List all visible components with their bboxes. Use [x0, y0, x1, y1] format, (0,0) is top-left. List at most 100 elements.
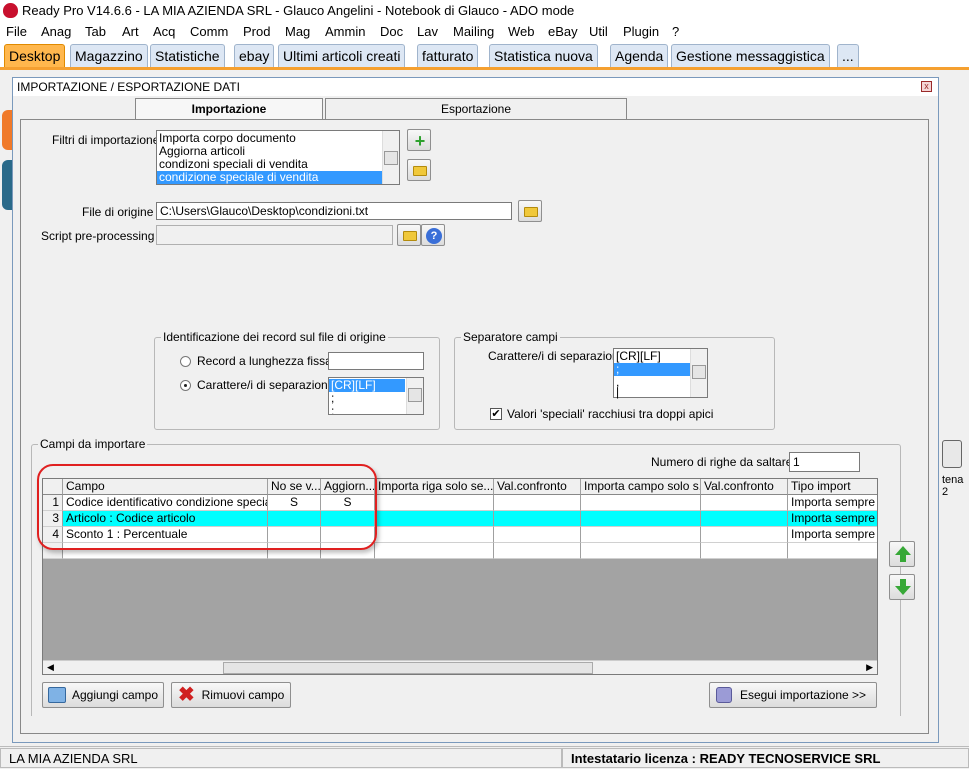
cell-tipo-import[interactable]: Importa sempre: [788, 495, 877, 511]
scroll-icon[interactable]: [942, 440, 962, 468]
tab-agenda[interactable]: Agenda: [610, 44, 669, 68]
record-separator-list[interactable]: [CR][LF] ; ;: [328, 377, 424, 415]
tab-fatturato[interactable]: fatturato: [417, 44, 479, 68]
scroll-left-icon[interactable]: ◀: [47, 662, 54, 673]
menu-file[interactable]: File: [6, 24, 27, 39]
scroll-right-icon[interactable]: ▶: [866, 662, 873, 673]
list-item-selected[interactable]: condizione speciale di vendita: [157, 171, 383, 184]
menu-mailing[interactable]: Mailing: [453, 24, 494, 39]
move-down-button[interactable]: [889, 574, 915, 600]
cell-importa-campo[interactable]: [581, 495, 701, 511]
cell-tipo-import[interactable]: Importa sempre: [788, 511, 877, 527]
scroll-thumb[interactable]: [692, 365, 706, 379]
cell-empty[interactable]: [581, 543, 701, 559]
list-item-selected[interactable]: [CR][LF]: [329, 379, 405, 392]
tab-gestione-messaggistica[interactable]: Gestione messaggistica: [671, 44, 830, 68]
menu-help[interactable]: ?: [672, 24, 679, 39]
open-filter-button[interactable]: [407, 159, 431, 181]
cell-importa-riga[interactable]: [375, 511, 494, 527]
add-field-icon: [48, 687, 66, 703]
menu-comm[interactable]: Comm: [190, 24, 228, 39]
tab-esportazione[interactable]: Esportazione: [325, 98, 627, 120]
add-filter-button[interactable]: +: [407, 129, 431, 151]
header-importa-riga[interactable]: Importa riga solo se...: [375, 479, 494, 495]
scrollbar[interactable]: [690, 349, 707, 397]
tab-magazzino[interactable]: Magazzino: [70, 44, 148, 68]
tab-ebay[interactable]: ebay: [234, 44, 275, 68]
browse-script-button[interactable]: [397, 224, 421, 246]
import-icon: [716, 687, 732, 703]
scroll-thumb[interactable]: [223, 662, 593, 674]
header-val-confronto-1[interactable]: Val.confronto: [494, 479, 581, 495]
cell-val-confronto-1[interactable]: [494, 527, 581, 543]
cell-empty[interactable]: [701, 543, 788, 559]
list-item[interactable]: ;: [331, 405, 334, 414]
menu-web[interactable]: Web: [508, 24, 535, 39]
tab-desktop[interactable]: Desktop: [4, 44, 66, 68]
cell-importa-campo[interactable]: [581, 511, 701, 527]
list-item[interactable]: |: [616, 386, 619, 399]
menu-doc[interactable]: Doc: [380, 24, 403, 39]
cell-empty[interactable]: [494, 543, 581, 559]
remove-field-button[interactable]: ✖ Rimuovi campo: [171, 682, 291, 708]
file-input[interactable]: C:\Users\Glauco\Desktop\condizioni.txt: [156, 202, 512, 220]
menu-util[interactable]: Util: [589, 24, 608, 39]
cell-tipo-import[interactable]: Importa sempre: [788, 527, 877, 543]
browse-file-button[interactable]: [518, 200, 542, 222]
close-button[interactable]: x: [921, 81, 932, 92]
identification-group: Identificazione dei record sul file di o…: [154, 330, 440, 430]
cell-empty[interactable]: [375, 543, 494, 559]
tab-more[interactable]: ...: [837, 44, 859, 68]
quotes-checkbox[interactable]: ✔: [490, 408, 502, 420]
scroll-thumb[interactable]: [384, 151, 398, 165]
menu-plugin[interactable]: Plugin: [623, 24, 659, 39]
tab-statistiche[interactable]: Statistiche: [150, 44, 225, 68]
list-item[interactable]: [CR][LF]: [616, 350, 661, 363]
cell-empty[interactable]: [788, 543, 877, 559]
tab-importazione[interactable]: Importazione: [135, 98, 323, 120]
arrow-down-stem: [900, 579, 906, 586]
menu-anag[interactable]: Anag: [41, 24, 71, 39]
move-up-button[interactable]: [889, 541, 915, 567]
menu-mag[interactable]: Mag: [285, 24, 310, 39]
identification-group-title: Identificazione dei record sul file di o…: [161, 330, 388, 344]
menu-ammin[interactable]: Ammin: [325, 24, 365, 39]
cell-val-confronto-2[interactable]: [701, 511, 788, 527]
folder-icon: [403, 231, 417, 241]
cell-val-confronto-1[interactable]: [494, 511, 581, 527]
horizontal-scrollbar[interactable]: ◀ ▶: [43, 660, 877, 674]
cell-val-confronto-2[interactable]: [701, 495, 788, 511]
menu-acq[interactable]: Acq: [153, 24, 175, 39]
scroll-thumb[interactable]: [408, 388, 422, 402]
cell-val-confronto-1[interactable]: [494, 495, 581, 511]
list-item-selected[interactable]: ;: [614, 363, 690, 376]
run-import-button[interactable]: Esegui importazione >>: [709, 682, 877, 708]
radio-fixed-length[interactable]: [180, 356, 191, 367]
filters-list[interactable]: Importa corpo documento Aggiorna articol…: [156, 130, 400, 185]
cell-importa-riga[interactable]: [375, 495, 494, 511]
menu-ebay[interactable]: eBay: [548, 24, 578, 39]
field-separator-list[interactable]: [CR][LF] ; , |: [613, 348, 708, 399]
cell-importa-campo[interactable]: [581, 527, 701, 543]
add-field-button[interactable]: Aggiungi campo: [42, 682, 164, 708]
menu-tab[interactable]: Tab: [85, 24, 106, 39]
tab-statistica-nuova[interactable]: Statistica nuova: [489, 44, 598, 68]
scrollbar[interactable]: [382, 131, 399, 184]
skip-rows-input[interactable]: 1: [789, 452, 860, 472]
header-tipo-import[interactable]: Tipo import: [788, 479, 877, 495]
radio-separator[interactable]: [180, 380, 191, 391]
cell-val-confronto-2[interactable]: [701, 527, 788, 543]
list-item[interactable]: ;: [331, 392, 334, 405]
menu-lav[interactable]: Lav: [417, 24, 438, 39]
header-importa-campo[interactable]: Importa campo solo s...: [581, 479, 701, 495]
cell-importa-riga[interactable]: [375, 527, 494, 543]
menu-prod[interactable]: Prod: [243, 24, 270, 39]
fixed-length-input[interactable]: [328, 352, 424, 370]
scrollbar[interactable]: [406, 378, 423, 414]
separator-group-title: Separatore campi: [461, 330, 560, 344]
script-help-button[interactable]: ?: [421, 224, 445, 246]
script-input[interactable]: [156, 225, 393, 245]
header-val-confronto-2[interactable]: Val.confronto: [701, 479, 788, 495]
menu-art[interactable]: Art: [122, 24, 139, 39]
tab-ultimi-articoli[interactable]: Ultimi articoli creati: [278, 44, 406, 68]
